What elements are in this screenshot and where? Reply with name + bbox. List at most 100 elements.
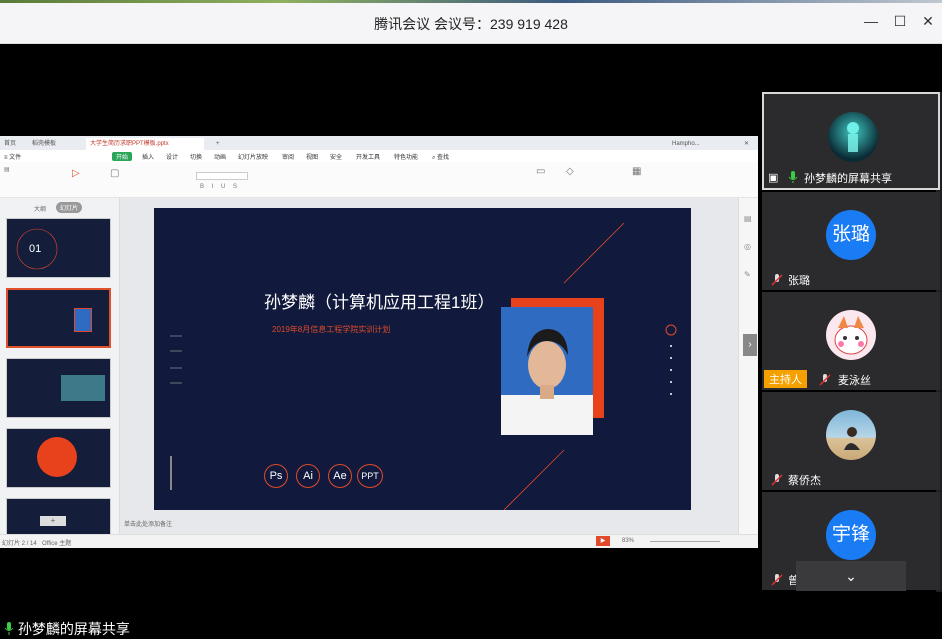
app-menu-bar: ≡ 文件 开始 插入 设计 切换 动画 幻灯片放映 审阅 视图 安全 开发工具 … xyxy=(0,150,758,162)
thumb-image xyxy=(61,375,105,401)
play-slideshow-icon[interactable]: ▶ xyxy=(596,536,610,546)
outline-tab[interactable]: 大纲 xyxy=(34,204,46,213)
zoom-level: 83% xyxy=(622,538,635,544)
chevron-down-icon[interactable]: ⌄ xyxy=(796,561,906,591)
thumb-photo xyxy=(74,308,92,332)
participant-list: ▣ 孙梦麟的屏幕共享 张璐 张璐 主持人 麦泳丝 蔡侨杰 宇锋 ⌄ xyxy=(762,92,942,592)
mic-muted-icon xyxy=(771,474,783,486)
menu-search[interactable]: ⌕ 查找 xyxy=(432,152,449,162)
text-box-icon[interactable]: ▭ xyxy=(536,166,545,177)
participant-card-zhanglu[interactable]: 张璐 张璐 xyxy=(762,192,940,290)
thumb-circle xyxy=(37,437,77,477)
tab-document[interactable]: 大学生简历求职PPT模板.pptx xyxy=(86,138,204,150)
minimize-icon[interactable]: — xyxy=(862,12,880,30)
notes-hint[interactable]: 单击此处添加备注 xyxy=(124,519,172,528)
menu-features[interactable]: 特色功能 xyxy=(394,152,418,161)
slide-title: 孙梦麟（计算机应用工程1班） xyxy=(264,293,495,312)
pane-icon-1[interactable]: ▤ xyxy=(744,214,752,223)
tab-home[interactable]: 首页 xyxy=(0,138,20,150)
slide-thumbnail-3[interactable] xyxy=(6,358,111,418)
screen-share-icon: ▣ xyxy=(768,172,779,184)
maximize-icon[interactable]: ☐ xyxy=(891,12,909,30)
menu-slideshow[interactable]: 幻灯片放映 xyxy=(238,152,268,161)
new-slide-icon[interactable]: ▢ xyxy=(110,168,119,179)
slide-thumbnail-panel: 大纲 幻灯片 01 + xyxy=(0,198,120,534)
thumb-cover-number: 01 xyxy=(29,243,41,255)
side-task-pane: ▤ ◎ ✎ › xyxy=(738,198,758,534)
slide-thumbnail-4[interactable] xyxy=(6,428,111,488)
robot-avatar xyxy=(828,112,878,162)
mic-on-icon xyxy=(788,171,798,183)
ribbon-toolbar: ▤ ▷ ▢ B I U S ▭ ◇ ▦ xyxy=(0,162,758,198)
new-tab-icon[interactable]: + xyxy=(212,138,224,150)
shapes-icon[interactable]: ◇ xyxy=(566,166,574,177)
arrange-icon[interactable]: ▦ xyxy=(632,166,641,177)
play-from-start-icon[interactable]: ▷ xyxy=(72,168,80,179)
add-slide-button[interactable]: + xyxy=(40,516,66,526)
menu-design[interactable]: 设计 xyxy=(166,152,178,161)
participant-name: 张璐 xyxy=(788,275,810,287)
meeting-title: 腾讯会议 会议号：239 919 428 xyxy=(374,16,568,32)
menu-search-label: 查找 xyxy=(437,155,450,161)
font-style-controls[interactable]: B I U S xyxy=(200,184,240,190)
slide-thumbnail-1[interactable]: 01 xyxy=(6,218,111,278)
ae-badge: Ae xyxy=(328,464,352,488)
avatar: 宇锋 xyxy=(826,510,876,560)
slides-tab[interactable]: 幻灯片 xyxy=(56,202,83,213)
account-name[interactable]: Hampho... xyxy=(668,138,704,150)
mic-muted-icon xyxy=(771,274,783,286)
pane-icon-2[interactable]: ◎ xyxy=(744,242,751,251)
participant-name: 麦泳丝 xyxy=(838,375,871,387)
person-on-beach-icon xyxy=(844,427,860,450)
thumb-1-graphic: 01 xyxy=(16,228,58,270)
cartoon-avatar xyxy=(826,310,876,360)
menu-home[interactable]: 开始 xyxy=(112,152,133,161)
file-menu-icon[interactable]: ≡ 文件 xyxy=(4,152,21,161)
share-label-text: 孙梦麟的屏幕共享 xyxy=(17,621,130,637)
close-icon[interactable]: ✕ xyxy=(919,12,937,30)
slide-canvas[interactable]: 孙梦麟（计算机应用工程1班） 2019年8月信息工程学院实训计划 Ps Ai A… xyxy=(120,198,738,534)
host-badge: 主持人 xyxy=(764,370,807,388)
app-close-icon[interactable]: ✕ xyxy=(740,138,753,150)
mic-muted-icon xyxy=(819,374,831,386)
expand-pane-chevron-icon[interactable]: › xyxy=(743,334,757,356)
mic-muted-icon xyxy=(771,574,783,586)
participant-card-host[interactable]: 主持人 麦泳丝 xyxy=(762,292,940,390)
shared-screen[interactable]: 首页 稻壳模板 大学生简历求职PPT模板.pptx + Hampho... ✕ … xyxy=(0,136,758,548)
theme-name: Office 主题 xyxy=(42,541,72,547)
person-silhouette-icon xyxy=(501,329,593,435)
avatar: 张璐 xyxy=(826,210,876,260)
paste-icon[interactable]: ▤ xyxy=(4,166,10,173)
menu-developer[interactable]: 开发工具 xyxy=(356,152,380,161)
participant-name: 蔡侨杰 xyxy=(788,475,821,487)
beach-photo-avatar xyxy=(826,410,876,460)
tab-templates[interactable]: 稻壳模板 xyxy=(28,138,60,150)
zoom-slider[interactable] xyxy=(650,541,720,542)
ppt-badge: PPT xyxy=(357,464,383,488)
current-slide[interactable]: 孙梦麟（计算机应用工程1班） 2019年8月信息工程学院实训计划 Ps Ai A… xyxy=(154,208,691,510)
slide-subtitle: 2019年8月信息工程学院实训计划 xyxy=(272,325,391,334)
menu-security[interactable]: 安全 xyxy=(330,152,342,161)
mic-on-icon xyxy=(4,622,14,635)
participant-card-caiqiaojie[interactable]: 蔡侨杰 xyxy=(762,392,940,490)
menu-view[interactable]: 视图 xyxy=(306,152,318,161)
menu-insert[interactable]: 插入 xyxy=(142,152,154,161)
font-select[interactable] xyxy=(196,172,248,180)
robot-figure-icon xyxy=(847,122,859,152)
ai-badge: Ai xyxy=(296,464,320,488)
participant-card-screenshare[interactable]: ▣ 孙梦麟的屏幕共享 xyxy=(762,92,940,190)
menu-review[interactable]: 审阅 xyxy=(282,152,294,161)
slide-thumbnail-2[interactable] xyxy=(6,288,111,348)
participant-name: 孙梦麟的屏幕共享 xyxy=(804,173,892,185)
pane-icon-3[interactable]: ✎ xyxy=(744,270,751,279)
menu-transition[interactable]: 切换 xyxy=(190,152,202,161)
desktop-strip xyxy=(0,0,942,3)
slide-decor-lines xyxy=(170,222,677,510)
cartoon-face-icon xyxy=(834,316,868,355)
screen-share-label: 孙梦麟的屏幕共享 xyxy=(4,619,130,639)
menu-animation[interactable]: 动画 xyxy=(214,152,226,161)
app-tab-bar: 首页 稻壳模板 大学生简历求职PPT模板.pptx + Hampho... ✕ xyxy=(0,136,758,150)
ps-badge: Ps xyxy=(264,464,288,488)
slide-counter: 幻灯片 2 / 14 xyxy=(2,541,37,547)
window-title-bar: 腾讯会议 会议号：239 919 428 — ☐ ✕ xyxy=(0,0,942,44)
